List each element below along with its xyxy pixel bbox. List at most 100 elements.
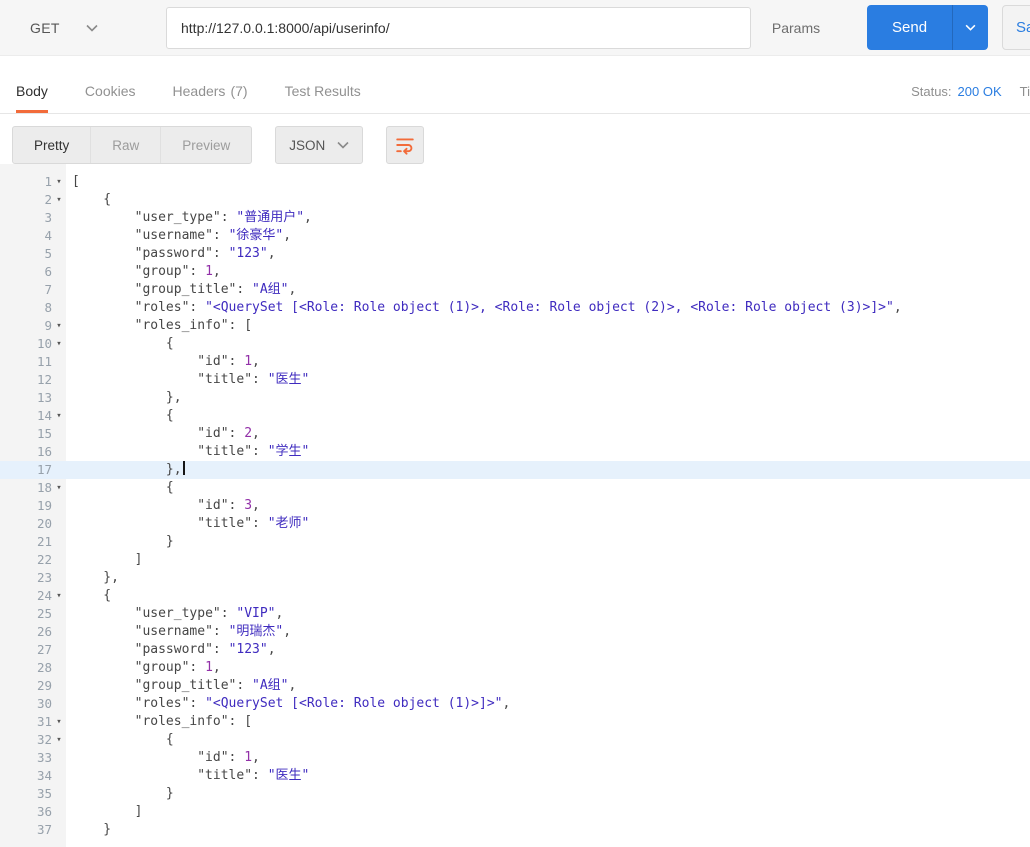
- line-number: 29: [36, 678, 52, 693]
- status-value: 200 OK: [957, 84, 1002, 99]
- code-line[interactable]: 12 "title": "医生": [0, 371, 1030, 389]
- language-dropdown[interactable]: JSON: [275, 126, 364, 164]
- request-bar: GET Params Send Sa: [0, 0, 1030, 56]
- code-line[interactable]: 37 }: [0, 821, 1030, 839]
- code-text: }: [72, 786, 174, 801]
- code-line[interactable]: 32 ▾ {: [0, 731, 1030, 749]
- tab-test-results[interactable]: Test Results: [285, 83, 361, 113]
- code-line[interactable]: 21 }: [0, 533, 1030, 551]
- tab-body[interactable]: Body: [16, 83, 48, 113]
- line-number: 31: [36, 714, 52, 729]
- status-area: Status: 200 OK Ti: [911, 84, 1030, 113]
- code-line[interactable]: 36 ]: [0, 803, 1030, 821]
- code-line[interactable]: 5 "password": "123",: [0, 245, 1030, 263]
- code-text: },: [72, 461, 185, 479]
- code-line[interactable]: 1 ▾ [: [0, 173, 1030, 191]
- code-line[interactable]: 13 },: [0, 389, 1030, 407]
- code-line[interactable]: 35 }: [0, 785, 1030, 803]
- code-line[interactable]: 23 },: [0, 569, 1030, 587]
- text-wrap-icon: [396, 138, 415, 155]
- code-line[interactable]: 29 "group_title": "A组",: [0, 677, 1030, 695]
- code-line[interactable]: 2 ▾ {: [0, 191, 1030, 209]
- line-number: 36: [36, 804, 52, 819]
- code-line[interactable]: 26 "username": "明瑞杰",: [0, 623, 1030, 641]
- fold-caret-icon[interactable]: ▾: [52, 173, 66, 191]
- save-button[interactable]: Sa: [1002, 5, 1030, 50]
- wrap-text-button[interactable]: [386, 126, 425, 164]
- code-line[interactable]: 30 "roles": "<QuerySet [<Role: Role obje…: [0, 695, 1030, 713]
- fold-caret-icon[interactable]: ▾: [52, 731, 66, 749]
- code-line[interactable]: 15 "id": 2,: [0, 425, 1030, 443]
- code-text: "user_type": "普通用户",: [134, 210, 312, 225]
- line-number: 27: [36, 642, 52, 657]
- view-mode-pretty[interactable]: Pretty: [13, 127, 90, 163]
- code-line[interactable]: 4 "username": "徐豪华",: [0, 227, 1030, 245]
- line-number: 25: [36, 606, 52, 621]
- code-line[interactable]: 7 "group_title": "A组",: [0, 281, 1030, 299]
- code-line[interactable]: 19 "id": 3,: [0, 497, 1030, 515]
- response-tabs-bar: Body Cookies Headers (7) Test Results Sta…: [0, 56, 1030, 114]
- fold-caret-icon[interactable]: ▾: [52, 317, 66, 335]
- code-line[interactable]: 14 ▾ {: [0, 407, 1030, 425]
- code-text: {: [72, 588, 112, 603]
- code-line[interactable]: 24 ▾ {: [0, 587, 1030, 605]
- line-number: 11: [36, 354, 52, 369]
- tab-cookies[interactable]: Cookies: [85, 83, 136, 113]
- fold-caret-icon[interactable]: ▾: [52, 587, 66, 605]
- code-line[interactable]: 33 "id": 1,: [0, 749, 1030, 767]
- view-mode-preview[interactable]: Preview: [160, 127, 251, 163]
- code-line[interactable]: 34 "title": "医生": [0, 767, 1030, 785]
- code-line[interactable]: 27 "password": "123",: [0, 641, 1030, 659]
- code-line[interactable]: 17 },: [0, 461, 1030, 479]
- code-line[interactable]: 25 "user_type": "VIP",: [0, 605, 1030, 623]
- code-line[interactable]: 9 ▾ "roles_info": [: [0, 317, 1030, 335]
- url-input[interactable]: [166, 6, 751, 49]
- line-number: 14: [36, 408, 52, 423]
- view-mode-switch: Pretty Raw Preview: [12, 126, 253, 164]
- code-line[interactable]: 16 "title": "学生": [0, 443, 1030, 461]
- code-text: }: [72, 534, 174, 549]
- line-number: 20: [36, 516, 52, 531]
- code-line[interactable]: 28 "group": 1,: [0, 659, 1030, 677]
- code-text: "group_title": "A组",: [134, 678, 297, 693]
- code-line[interactable]: 31 ▾ "roles_info": [: [0, 713, 1030, 731]
- fold-caret-icon[interactable]: ▾: [52, 191, 66, 209]
- code-text: "username": "徐豪华",: [134, 228, 292, 243]
- method-dropdown[interactable]: GET: [16, 20, 166, 36]
- chevron-down-icon: [965, 24, 976, 31]
- send-button[interactable]: Send: [867, 5, 953, 50]
- code-text: "user_type": "VIP",: [134, 606, 284, 621]
- code-line[interactable]: 11 "id": 1,: [0, 353, 1030, 371]
- code-line[interactable]: 22 ]: [0, 551, 1030, 569]
- view-mode-raw[interactable]: Raw: [90, 127, 160, 163]
- text-cursor: [182, 461, 185, 475]
- send-options-button[interactable]: [952, 5, 989, 50]
- line-number: 24: [36, 588, 52, 603]
- params-button[interactable]: Params: [751, 20, 841, 36]
- fold-caret-icon[interactable]: ▾: [52, 479, 66, 497]
- fold-caret-icon[interactable]: ▾: [52, 335, 66, 353]
- code-text: "id": 1,: [197, 750, 260, 765]
- code-text: {: [72, 408, 174, 423]
- tab-headers[interactable]: Headers (7): [173, 83, 248, 113]
- fold-caret-icon[interactable]: ▾: [52, 407, 66, 425]
- response-body-editor[interactable]: 1 ▾[2 ▾ {3 "user_type": "普通用户", 4 "username…: [0, 164, 1030, 847]
- code-line[interactable]: 10 ▾ {: [0, 335, 1030, 353]
- code-line[interactable]: 3 "user_type": "普通用户",: [0, 209, 1030, 227]
- line-number: 19: [36, 498, 52, 513]
- code-text: "roles_info": [: [134, 714, 253, 729]
- code-line[interactable]: 8 "roles": "<QuerySet [<Role: Role objec…: [0, 299, 1030, 317]
- code-line[interactable]: 6 "group": 1,: [0, 263, 1030, 281]
- code-line[interactable]: 18 ▾ {: [0, 479, 1030, 497]
- fold-caret-icon[interactable]: ▾: [52, 713, 66, 731]
- code-text: "roles": "<QuerySet [<Role: Role object …: [134, 300, 902, 315]
- code-line[interactable]: 20 "title": "老师": [0, 515, 1030, 533]
- code-text: "password": "123",: [134, 246, 276, 261]
